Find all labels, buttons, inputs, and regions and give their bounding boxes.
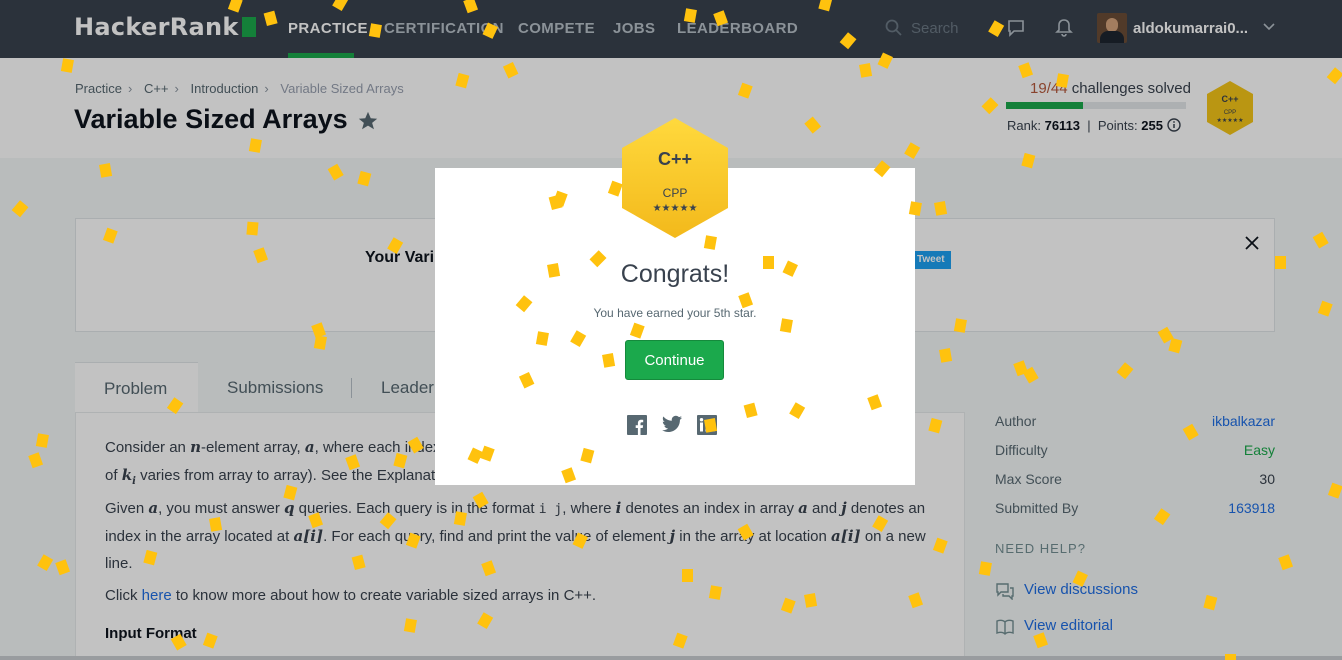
badge-hexagon-icon — [622, 118, 728, 238]
modal-message: You have earned your 5th star. — [593, 306, 757, 320]
cpp-star-badge: C++ CPP ★★★★★ — [619, 116, 731, 240]
twitter-icon[interactable] — [662, 415, 682, 433]
badge-sub: CPP — [662, 186, 688, 200]
badge-stars: ★★★★★ — [652, 203, 698, 214]
modal-title: Congrats! — [620, 260, 730, 288]
continue-button[interactable]: Continue — [625, 340, 724, 380]
badge-name: C++ — [657, 149, 693, 169]
linkedin-icon[interactable] — [697, 415, 717, 435]
facebook-icon[interactable] — [627, 415, 647, 435]
